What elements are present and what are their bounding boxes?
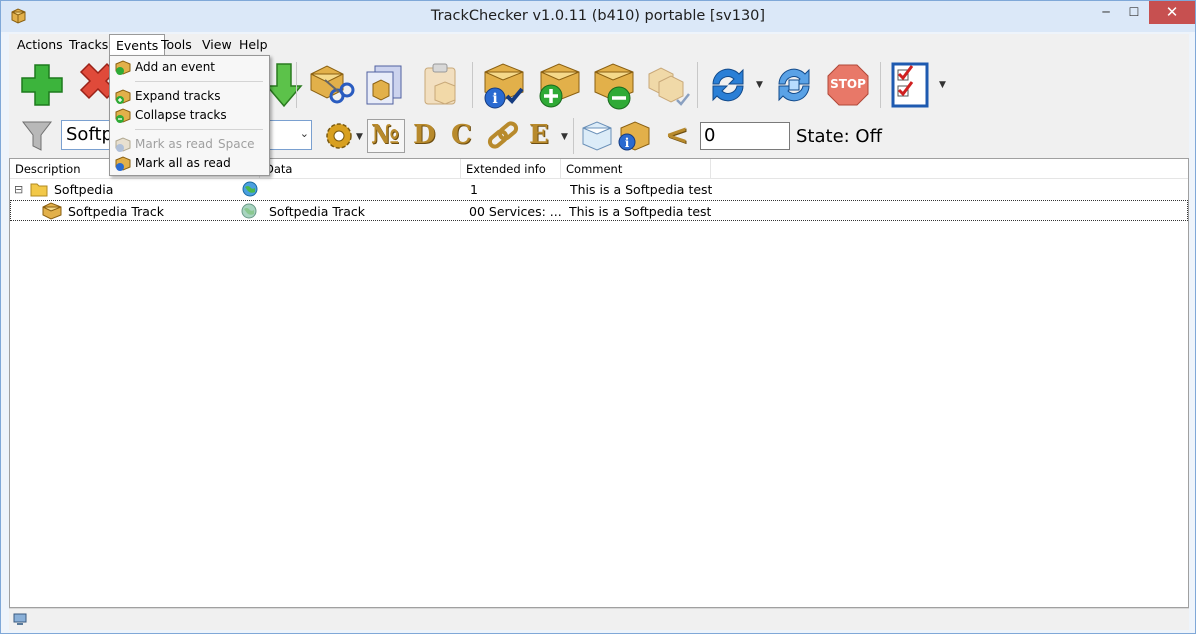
- menu-item-collapse-tracks[interactable]: Collapse tracks: [112, 106, 267, 125]
- number-input[interactable]: 0: [700, 122, 790, 150]
- filter-icon[interactable]: [19, 118, 55, 154]
- collapse-toggle-icon[interactable]: ⊟: [14, 179, 23, 200]
- menu-item-label: Mark as read: [135, 137, 213, 151]
- cut-icon[interactable]: [305, 60, 355, 110]
- menu-item-label: Collapse tracks: [135, 108, 227, 122]
- globe-icon: [242, 181, 258, 197]
- svg-text:i: i: [492, 91, 497, 107]
- events-dropdown-menu: Add an event Expand tracks Collapse trac…: [109, 55, 270, 176]
- stop-label: STOP: [830, 77, 866, 91]
- toolbar-separator: [296, 62, 297, 108]
- date-letter-icon[interactable]: D: [413, 120, 436, 150]
- refresh-icon[interactable]: [703, 60, 753, 110]
- letters-dropdown-arrow[interactable]: ▼: [561, 132, 568, 142]
- refresh-dropdown-arrow[interactable]: ▼: [756, 80, 763, 90]
- copy-icon[interactable]: [361, 60, 411, 110]
- tracks-table: Description Data Extended info Comment ⊟…: [9, 158, 1189, 608]
- title-bar: TrackChecker v1.0.11 (b410) portable [sv…: [1, 1, 1195, 32]
- menu-item-label: Add an event: [135, 60, 215, 74]
- row-extended-info: 00 Services: ...: [469, 204, 561, 219]
- check-boxes-icon[interactable]: [643, 60, 693, 110]
- menu-bar: Actions Tracks Events Tools View Help: [9, 34, 1189, 56]
- state-label: State: Off: [796, 126, 883, 147]
- menu-item-mark-as-read[interactable]: Mark as read Space: [112, 135, 267, 154]
- menu-item-label: Mark all as read: [135, 156, 231, 170]
- row-data: Softpedia Track: [269, 204, 366, 219]
- row-description: Softpedia Track: [68, 204, 165, 219]
- open-box-icon[interactable]: [579, 118, 615, 154]
- row-comment: This is a Softpedia test: [570, 182, 713, 197]
- remove-box-icon[interactable]: [589, 60, 639, 110]
- box-info-icon[interactable]: i: [615, 118, 651, 154]
- menu-tracks[interactable]: Tracks: [63, 34, 114, 55]
- toolbar-separator: [472, 62, 473, 108]
- menu-separator: [135, 129, 263, 130]
- menu-item-shortcut: Space: [218, 137, 255, 151]
- window-title: TrackChecker v1.0.11 (b410) portable [sv…: [430, 8, 766, 24]
- menu-tools[interactable]: Tools: [155, 34, 198, 55]
- mark-read-icon: [115, 137, 131, 152]
- menu-item-mark-all-read[interactable]: Mark all as read: [112, 154, 267, 173]
- menu-separator: [135, 81, 263, 82]
- checklist-dropdown-arrow[interactable]: ▼: [939, 80, 946, 90]
- column-header-comment[interactable]: Comment: [561, 159, 711, 179]
- menu-view[interactable]: View: [196, 34, 238, 55]
- expand-icon: [115, 89, 131, 104]
- column-header-data[interactable]: Data: [260, 159, 461, 179]
- extended-letter-icon[interactable]: E: [529, 120, 549, 150]
- number-sign-icon[interactable]: №: [371, 120, 399, 150]
- network-status-icon[interactable]: [13, 612, 29, 627]
- checklist-icon[interactable]: [887, 60, 937, 110]
- menu-item-expand-tracks[interactable]: Expand tracks: [112, 87, 267, 106]
- toolbar-separator: [880, 62, 881, 108]
- menu-actions[interactable]: Actions: [11, 34, 69, 55]
- gear-dropdown-arrow[interactable]: ▼: [356, 132, 363, 142]
- row-description: Softpedia: [54, 182, 114, 197]
- globe-icon: [241, 203, 257, 219]
- mark-all-read-icon: [115, 156, 131, 171]
- row-extended-info: 1: [470, 182, 478, 197]
- stop-icon[interactable]: STOP: [827, 64, 869, 106]
- paste-icon[interactable]: [417, 60, 467, 110]
- row-comment: This is a Softpedia test: [569, 204, 712, 219]
- maximize-button[interactable]: ☐: [1119, 1, 1149, 24]
- add-track-icon[interactable]: [17, 60, 67, 110]
- link-chain-icon[interactable]: [485, 118, 521, 154]
- track-box-icon: [42, 202, 62, 220]
- toolbar-separator: [573, 118, 574, 154]
- refresh-all-icon[interactable]: [769, 60, 819, 110]
- table-row[interactable]: Softpedia Track Softpedia Track 00 Servi…: [10, 200, 1188, 221]
- status-bar: [9, 608, 1189, 630]
- folder-icon: [30, 183, 48, 197]
- svg-text:i: i: [625, 136, 630, 150]
- app-window: TrackChecker v1.0.11 (b410) portable [sv…: [0, 0, 1196, 634]
- menu-item-label: Expand tracks: [135, 89, 221, 103]
- collapse-icon: [115, 108, 131, 123]
- close-button[interactable]: ✕: [1149, 1, 1195, 24]
- less-than-icon[interactable]: <: [665, 118, 688, 151]
- add-box-icon[interactable]: [535, 60, 585, 110]
- menu-help[interactable]: Help: [233, 34, 274, 55]
- box-add-icon: [115, 60, 131, 75]
- comment-letter-icon[interactable]: C: [451, 120, 472, 150]
- toolbar-separator: [697, 62, 698, 108]
- minimize-button[interactable]: ─: [1091, 1, 1121, 24]
- column-header-extended-info[interactable]: Extended info: [461, 159, 561, 179]
- settings-gear-icon[interactable]: [321, 118, 357, 154]
- chevron-down-icon[interactable]: ⌄: [300, 127, 309, 140]
- track-info-icon[interactable]: i: [479, 60, 529, 110]
- menu-item-add-event[interactable]: Add an event: [112, 58, 267, 77]
- table-row[interactable]: ⊟ Softpedia 1 This is a Softpedia test: [10, 179, 1188, 200]
